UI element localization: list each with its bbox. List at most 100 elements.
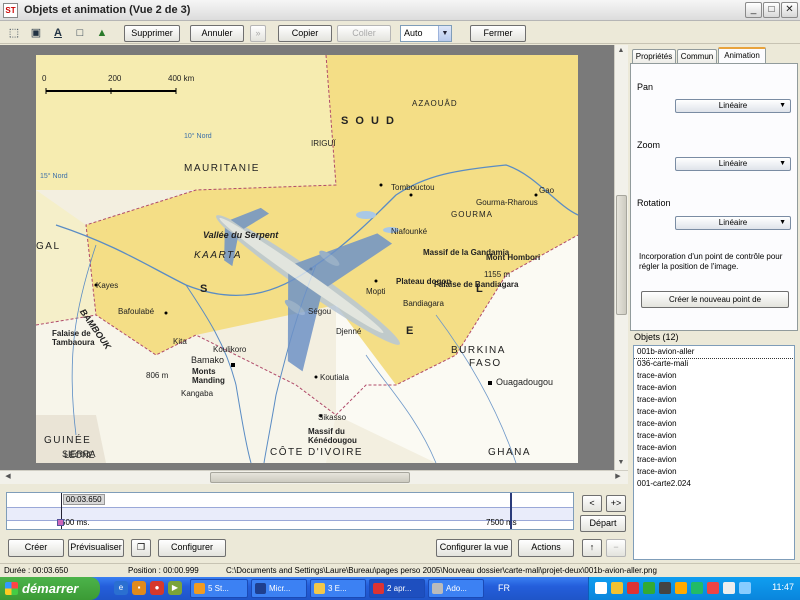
- list-item[interactable]: trace-avion: [634, 370, 794, 382]
- map-label-ouagadougou: Ouagadougou: [496, 377, 554, 387]
- select-rectangle-icon[interactable]: ⬚: [6, 25, 22, 41]
- tray-icon[interactable]: [595, 582, 607, 594]
- start-button[interactable]: Départ: [580, 515, 626, 532]
- actions-button[interactable]: Actions: [518, 539, 574, 557]
- map-label-bamako: Bamako: [191, 355, 225, 365]
- browser-icon[interactable]: e: [114, 581, 128, 595]
- tray-icon[interactable]: [643, 582, 655, 594]
- timeline-start-value: 00:03.650: [63, 494, 105, 505]
- timeline-track[interactable]: 00:03.650 500 ms. 7500 ms: [6, 492, 574, 530]
- tray-icon[interactable]: [675, 582, 687, 594]
- app-icon[interactable]: ●: [150, 581, 164, 595]
- folder-icon[interactable]: ▪: [132, 581, 146, 595]
- taskbar-item[interactable]: 3 E...: [310, 579, 366, 598]
- picture-icon[interactable]: ▲: [94, 25, 110, 41]
- scale-0: 0: [42, 74, 47, 83]
- map-label-sikasso: Sikasso: [318, 413, 347, 422]
- vertical-scroll-thumb[interactable]: [616, 195, 627, 315]
- tray-icon[interactable]: [627, 582, 639, 594]
- redo-icon[interactable]: »: [250, 25, 266, 42]
- objects-list[interactable]: 001b-avion-aller 036-carte-mali trace-av…: [633, 345, 795, 560]
- map-label-irigui: IRIGUÏ: [311, 139, 336, 148]
- scroll-down-icon[interactable]: ▼: [615, 457, 627, 469]
- start-label: démarrer: [22, 581, 79, 596]
- tab-animation[interactable]: Animation: [718, 47, 766, 64]
- text-icon[interactable]: A: [50, 25, 66, 41]
- configure-button[interactable]: Configurer: [158, 539, 226, 557]
- start-button[interactable]: démarrer: [0, 577, 100, 600]
- canvas-horizontal-scrollbar[interactable]: ◀ ▶: [0, 470, 628, 484]
- scale-400: 400 km: [168, 74, 195, 83]
- zoom-select[interactable]: Linéaire ▼: [675, 157, 791, 171]
- list-item[interactable]: trace-avion: [634, 466, 794, 478]
- map-image[interactable]: 0 200 400 km 10° Nord 15° Nord S O U D A…: [36, 55, 578, 463]
- app-icon: ST: [3, 3, 18, 18]
- canvas-vertical-scrollbar[interactable]: ▲ ▼: [614, 45, 628, 470]
- pan-label: Pan: [637, 82, 654, 92]
- create-point-button[interactable]: Créer le nouveau point de: [641, 291, 789, 308]
- image-icon[interactable]: ▣: [28, 25, 44, 41]
- create-button[interactable]: Créer: [8, 539, 64, 557]
- horizontal-scroll-thumb[interactable]: [210, 472, 410, 483]
- keyframe-marker[interactable]: [57, 519, 64, 526]
- preview-button[interactable]: Prévisualiser: [68, 539, 124, 557]
- timeline-end-cursor[interactable]: [510, 493, 512, 529]
- previous-keyframe-button[interactable]: <: [582, 495, 602, 512]
- map-label-kangaba: Kangaba: [181, 389, 214, 398]
- list-item[interactable]: 036-carte-mali: [634, 358, 794, 370]
- map-label-bandiagara: Bandiagara: [403, 299, 444, 308]
- list-item[interactable]: 001b-avion-aller: [634, 346, 794, 359]
- map-label-gao: Gao: [539, 186, 555, 195]
- list-item[interactable]: trace-avion: [634, 442, 794, 454]
- close-button[interactable]: ✕: [781, 2, 798, 18]
- scroll-right-icon[interactable]: ▶: [612, 471, 624, 483]
- list-item[interactable]: 001-carte2.024: [634, 478, 794, 490]
- tab-commun[interactable]: Commun: [677, 49, 717, 64]
- undo-button[interactable]: Annuler: [190, 25, 244, 42]
- tray-icon[interactable]: [659, 582, 671, 594]
- remove-button[interactable]: −: [606, 539, 626, 557]
- rotation-select[interactable]: Linéaire ▼: [675, 216, 791, 230]
- list-item[interactable]: trace-avion: [634, 382, 794, 394]
- minimize-button[interactable]: _: [745, 2, 762, 18]
- list-item[interactable]: trace-avion: [634, 430, 794, 442]
- tab-proprietes[interactable]: Propriétés: [632, 49, 676, 64]
- next-keyframe-button[interactable]: +>: [606, 495, 626, 512]
- scroll-up-icon[interactable]: ▲: [615, 45, 627, 57]
- window-title: Objets et animation (Vue 2 de 3): [24, 4, 191, 16]
- tray-icon[interactable]: [691, 582, 703, 594]
- mode-select[interactable]: Auto ▼: [400, 25, 452, 42]
- configure-view-button[interactable]: Configurer la vue: [436, 539, 512, 557]
- copy-button[interactable]: Copier: [278, 25, 332, 42]
- delete-button[interactable]: Supprimer: [124, 25, 180, 42]
- taskbar-item[interactable]: 5 St...: [190, 579, 248, 598]
- list-item[interactable]: trace-avion: [634, 454, 794, 466]
- pan-select[interactable]: Linéaire ▼: [675, 99, 791, 113]
- frame-icon[interactable]: □: [72, 25, 88, 41]
- taskbar-item[interactable]: Ado...: [428, 579, 484, 598]
- objects-label: Objets (12): [634, 332, 679, 342]
- list-item[interactable]: trace-avion: [634, 406, 794, 418]
- tray-icon[interactable]: [707, 582, 719, 594]
- map-label-mont-hombori: Mont Hombori: [486, 253, 541, 262]
- taskbar-item[interactable]: 2 apr...: [369, 579, 425, 598]
- move-up-button[interactable]: ↑: [582, 539, 602, 557]
- copy-view-icon[interactable]: ❐: [131, 539, 151, 557]
- list-item[interactable]: trace-avion: [634, 394, 794, 406]
- maximize-button[interactable]: □: [763, 2, 780, 18]
- tray-icon[interactable]: [611, 582, 623, 594]
- coord-label: 10° Nord: [184, 133, 212, 140]
- canvas-area[interactable]: 0 200 400 km 10° Nord 15° Nord S O U D A…: [0, 45, 614, 470]
- paste-button[interactable]: Coller: [337, 25, 391, 42]
- list-item[interactable]: trace-avion: [634, 418, 794, 430]
- taskbar-item[interactable]: Micr...: [251, 579, 307, 598]
- map-label-burkina: BURKINA: [451, 345, 506, 356]
- language-indicator[interactable]: FR: [498, 583, 510, 593]
- network-icon[interactable]: [739, 582, 751, 594]
- media-icon[interactable]: ▶: [168, 581, 182, 595]
- map-label-soudan: S O U D: [341, 115, 396, 127]
- map-label-bafoulabe: Bafoulabé: [118, 307, 155, 316]
- scroll-left-icon[interactable]: ◀: [2, 471, 14, 483]
- close-view-button[interactable]: Fermer: [470, 25, 526, 42]
- speaker-icon[interactable]: [723, 582, 735, 594]
